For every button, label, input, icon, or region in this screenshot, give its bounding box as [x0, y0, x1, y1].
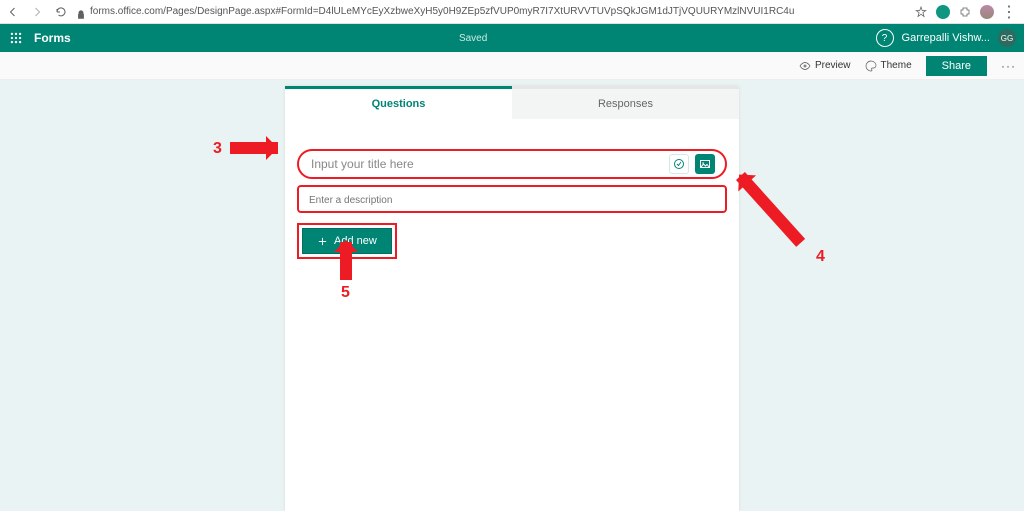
toolbar: Preview Theme Share ··· [0, 52, 1024, 80]
plus-icon [317, 236, 328, 247]
eye-icon [799, 60, 811, 72]
arrow-4 [736, 172, 805, 247]
app-launcher-icon[interactable] [4, 26, 28, 50]
preview-button[interactable]: Preview [799, 60, 851, 72]
tab-questions[interactable]: Questions [285, 89, 512, 119]
extension-icon[interactable] [936, 5, 950, 19]
back-icon[interactable] [4, 3, 22, 21]
preview-label: Preview [815, 60, 851, 71]
annotation-4: 4 [816, 248, 825, 266]
form-card: Questions Responses Add new [285, 86, 739, 511]
suggest-icon[interactable] [669, 154, 689, 174]
reload-icon[interactable] [52, 3, 70, 21]
work-area: Questions Responses Add new [0, 80, 1024, 511]
address-bar[interactable]: forms.office.com/Pages/DesignPage.aspx#F… [90, 6, 914, 17]
theme-button[interactable]: Theme [865, 60, 912, 72]
tab-strip: Questions Responses [285, 89, 739, 119]
app-header: Forms Saved ? Garrepalli Vishw... GG [0, 24, 1024, 52]
share-button[interactable]: Share [926, 56, 987, 76]
palette-icon [865, 60, 877, 72]
annotation-3: 3 [213, 140, 222, 158]
description-field-wrap [297, 185, 727, 213]
arrow-3 [230, 142, 278, 154]
browser-menu-icon[interactable]: ⋮ [1002, 5, 1016, 19]
more-button[interactable]: ··· [1001, 59, 1016, 73]
puzzle-icon[interactable] [958, 5, 972, 19]
browser-chrome: forms.office.com/Pages/DesignPage.aspx#F… [0, 0, 1024, 24]
avatar[interactable]: GG [998, 29, 1016, 47]
add-new-highlight: Add new [297, 223, 397, 259]
add-new-label: Add new [334, 235, 377, 247]
title-field-wrap [297, 149, 727, 179]
add-new-button[interactable]: Add new [302, 228, 392, 254]
form-description-input[interactable] [309, 195, 715, 206]
profile-icon[interactable] [980, 5, 994, 19]
user-name[interactable]: Garrepalli Vishw... [902, 32, 990, 44]
browser-right-icons: ⋮ [914, 5, 1020, 19]
forward-icon[interactable] [28, 3, 46, 21]
lock-icon [76, 7, 86, 17]
save-status: Saved [71, 33, 876, 44]
tab-responses[interactable]: Responses [512, 89, 739, 119]
app-name: Forms [34, 31, 71, 45]
star-icon[interactable] [914, 5, 928, 19]
help-icon[interactable]: ? [876, 29, 894, 47]
form-title-input[interactable] [311, 157, 655, 171]
image-icon[interactable] [695, 154, 715, 174]
theme-label: Theme [881, 60, 912, 71]
